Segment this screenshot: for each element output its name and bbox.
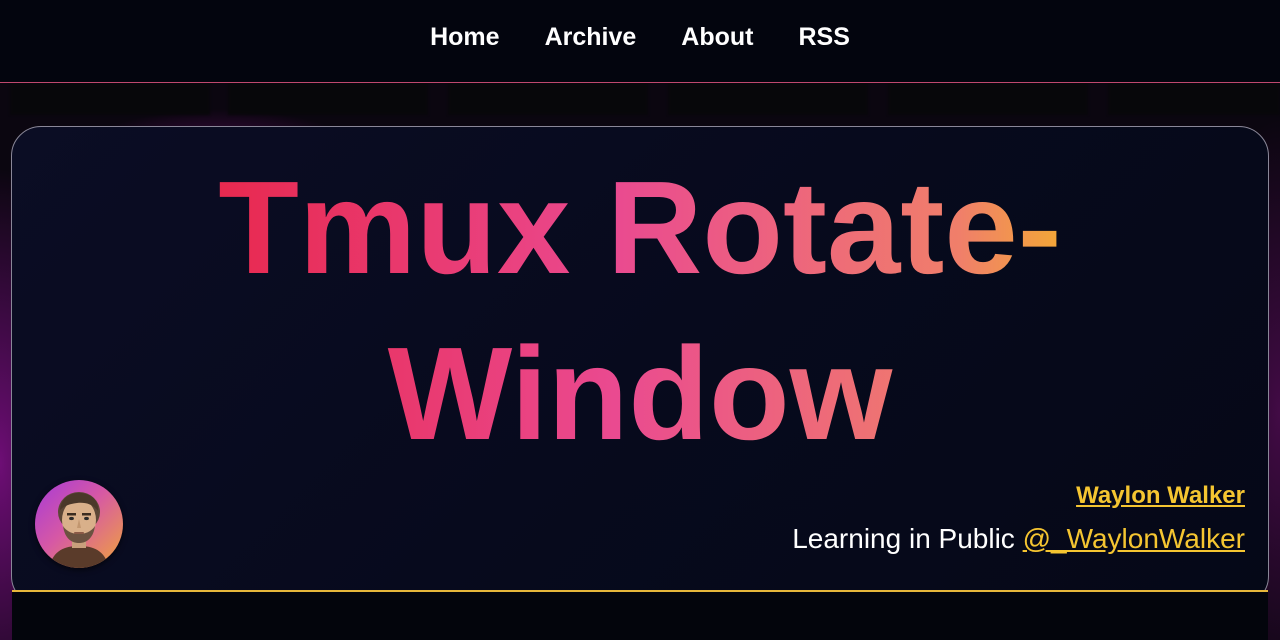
nav-links: Home Archive About RSS [430, 22, 850, 52]
post-title-text: Tmux Rotate-Window [218, 154, 1062, 467]
background-tile [448, 83, 648, 115]
post-body-start [12, 590, 1268, 640]
background-tile [888, 83, 1088, 115]
author-tagline-line: Learning in Public @_WaylonWalker [792, 524, 1245, 554]
background-tile [668, 83, 868, 115]
background-tile [10, 83, 210, 115]
background-tile-row [0, 83, 1280, 123]
author-tagline: Learning in Public [792, 523, 1015, 554]
top-navigation: Home Archive About RSS [0, 0, 1280, 83]
author-handle-link[interactable]: @_WaylonWalker [1023, 523, 1245, 554]
nav-link-home[interactable]: Home [430, 22, 499, 52]
author-portrait-icon[interactable] [35, 480, 123, 568]
nav-link-rss[interactable]: RSS [798, 22, 849, 52]
author-block: Waylon Walker Learning in Public @_Waylo… [792, 480, 1245, 554]
author-name-link[interactable]: Waylon Walker [792, 480, 1245, 512]
nav-link-about[interactable]: About [681, 22, 753, 52]
page: Home Archive About RSS Tmux Rotate-Windo… [0, 0, 1280, 640]
background-tile [228, 83, 428, 115]
post-title: Tmux Rotate-Window [0, 145, 1280, 477]
author-portrait-svg [49, 492, 109, 568]
background-tile [1108, 83, 1280, 115]
nav-link-archive[interactable]: Archive [545, 22, 637, 52]
